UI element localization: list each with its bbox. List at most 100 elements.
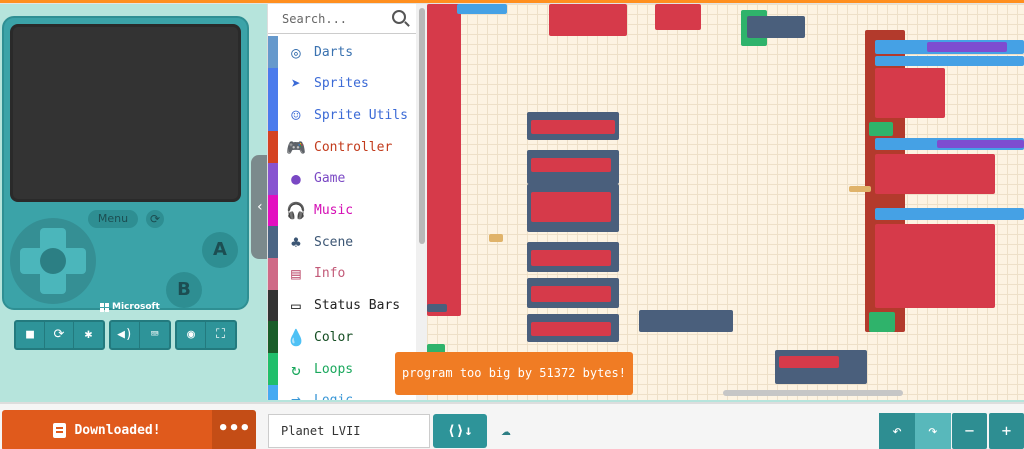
category-loops[interactable]: ↻ Loops — [268, 353, 416, 385]
restart-icon[interactable]: ⟳ — [45, 322, 74, 348]
zoom-group: − + — [952, 413, 1024, 449]
status-bars-icon: ▭ — [291, 296, 301, 316]
sound-icon[interactable]: ◀) — [111, 322, 140, 348]
code-block[interactable] — [655, 4, 701, 30]
b-button[interactable]: B — [166, 272, 202, 308]
code-block[interactable] — [875, 56, 1024, 66]
scrollbar-thumb[interactable] — [419, 8, 425, 244]
category-logic[interactable]: ⇄Logic — [268, 384, 416, 400]
category-label: Logic — [314, 393, 353, 400]
code-block[interactable] — [531, 192, 611, 222]
sim-tools-group-2: ◀) ⌨ — [109, 320, 171, 350]
code-block[interactable] — [531, 250, 611, 266]
redo-button[interactable]: ↷ — [915, 413, 951, 449]
bottom-toolbar: Downloaded! ••• Planet LVII ⟨⟩↓ ☁ ↶ ↷ − … — [0, 402, 1024, 449]
category-label: Info — [314, 266, 346, 282]
keyboard-icon[interactable]: ⌨ — [140, 322, 169, 348]
dpad-center — [40, 248, 66, 274]
scene-icon: ♣ — [291, 232, 301, 252]
debug-icon[interactable]: ✱ — [74, 322, 103, 348]
code-block[interactable] — [531, 286, 611, 302]
download-icon — [53, 423, 67, 438]
category-label: Sprites — [314, 76, 369, 92]
color-icon: 💧 — [286, 327, 306, 347]
undo-button[interactable]: ↶ — [879, 413, 915, 449]
a-button[interactable]: A — [202, 232, 238, 268]
search-input[interactable]: Search... — [282, 12, 347, 26]
more-options-button[interactable]: ••• — [212, 410, 256, 449]
code-block[interactable] — [869, 122, 893, 136]
code-block[interactable] — [875, 154, 995, 194]
category-music[interactable]: 🎧 Music — [268, 194, 416, 227]
code-block[interactable] — [531, 322, 611, 336]
category-color-bar — [268, 67, 278, 100]
stop-icon[interactable]: ■ — [16, 322, 45, 348]
chevron-left-icon: ‹ — [255, 199, 265, 215]
code-block[interactable] — [927, 42, 1007, 52]
fullscreen-icon[interactable]: ⛶ — [206, 322, 235, 348]
screenshot-icon[interactable]: ◉ — [177, 322, 206, 348]
brand-label: Microsoft — [112, 302, 160, 312]
category-color-bar — [268, 194, 278, 227]
microsoft-logo: Microsoft — [100, 302, 160, 312]
menu-button[interactable]: Menu — [88, 210, 138, 228]
category-darts[interactable]: ◎ Darts — [268, 36, 416, 68]
darts-icon: ◎ — [291, 42, 301, 62]
code-block[interactable] — [869, 312, 895, 332]
code-block[interactable] — [427, 4, 461, 316]
category-color-bar — [268, 257, 278, 290]
sim-tools-group-3: ◉ ⛶ — [175, 320, 237, 350]
workspace-scrollbar[interactable] — [723, 390, 903, 396]
code-block[interactable] — [937, 140, 1024, 148]
category-sprites[interactable]: ➤ Sprites — [268, 67, 416, 100]
category-scene[interactable]: ♣ Scene — [268, 226, 416, 259]
category-color-bar — [268, 162, 278, 195]
code-block[interactable] — [875, 68, 945, 118]
category-label: Music — [314, 203, 354, 218]
code-block[interactable] — [875, 208, 1024, 220]
category-sprite-utils[interactable]: ☺ Sprite Utils — [268, 99, 416, 132]
code-block[interactable] — [531, 120, 615, 134]
category-info[interactable]: ▤ Info — [268, 257, 416, 290]
code-block[interactable] — [779, 356, 839, 368]
code-block[interactable] — [849, 186, 871, 192]
category-controller[interactable]: 🎮 Controller — [268, 131, 416, 164]
category-label: Loops — [314, 361, 354, 377]
category-label: Sprite Utils — [314, 107, 408, 123]
code-block[interactable] — [489, 234, 503, 242]
code-block[interactable] — [457, 4, 507, 14]
code-block[interactable] — [875, 224, 995, 308]
download-button[interactable]: Downloaded! — [2, 410, 212, 449]
category-color-bar — [268, 131, 278, 164]
project-name-input[interactable]: Planet LVII — [268, 414, 430, 448]
reset-icon[interactable]: ⟳ — [146, 210, 164, 228]
code-block[interactable] — [549, 4, 627, 36]
toolbox-scrollbar[interactable] — [416, 4, 427, 400]
github-button[interactable]: ⟨⟩↓ — [433, 414, 487, 448]
sim-tools-group-1: ■ ⟳ ✱ — [14, 320, 105, 350]
category-color[interactable]: 💧 Color — [268, 321, 416, 354]
category-label: Game — [314, 171, 346, 187]
sprites-icon: ➤ — [291, 74, 301, 94]
loops-icon: ↻ — [291, 359, 301, 379]
error-toast: program too big by 51372 bytes! — [395, 352, 633, 395]
category-color-bar — [268, 321, 278, 354]
game-icon: ● — [291, 169, 301, 189]
code-block[interactable] — [639, 310, 733, 332]
top-accent — [0, 0, 1024, 3]
cloud-saved-icon[interactable]: ☁ — [496, 420, 516, 440]
zoom-in-button[interactable]: + — [989, 413, 1024, 449]
game-screen[interactable] — [10, 24, 241, 202]
search-icon[interactable] — [392, 10, 406, 24]
category-label: Scene — [314, 234, 354, 250]
code-block[interactable] — [427, 304, 447, 312]
code-block[interactable] — [747, 16, 805, 38]
category-game[interactable]: ● Game — [268, 162, 416, 195]
code-block[interactable] — [531, 158, 611, 172]
blocks-workspace[interactable] — [427, 4, 1024, 400]
zoom-out-button[interactable]: − — [952, 413, 987, 449]
category-status-bars[interactable]: ▭ Status Bars — [268, 289, 416, 322]
simulator-toolbar: ■ ⟳ ✱ ◀) ⌨ ◉ ⛶ — [14, 320, 237, 350]
toolbox-search[interactable]: Search... — [268, 4, 416, 34]
category-color-bar — [268, 353, 278, 385]
